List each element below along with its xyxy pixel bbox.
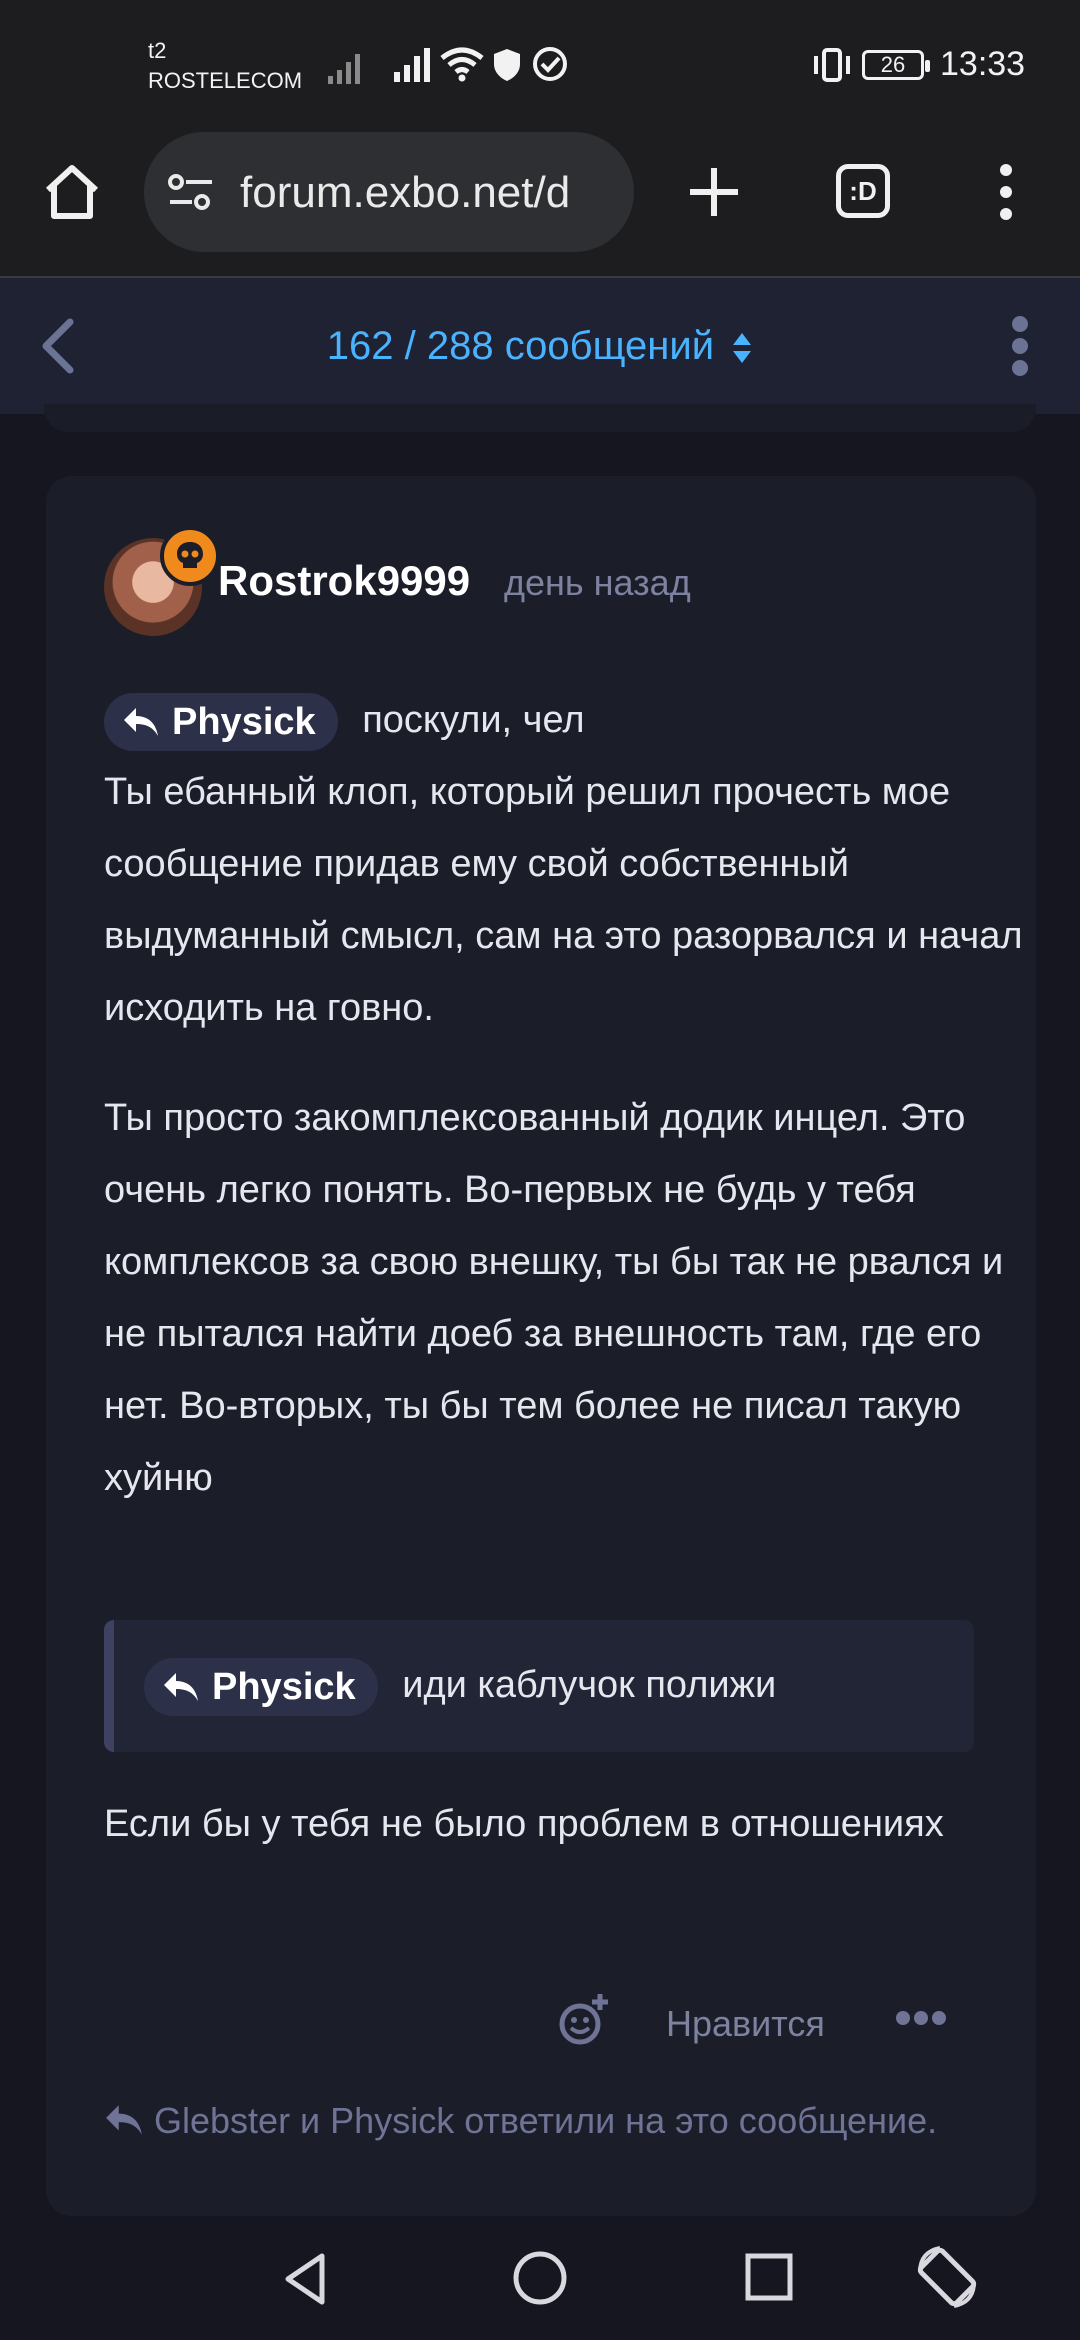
post-actions: Нравится (46, 1988, 1036, 2068)
replied-by[interactable]: Glebster и Physick ответили на это сообщ… (104, 2092, 1024, 2150)
reply-icon (124, 707, 158, 736)
quote-text: иди каблучок полижи (402, 1664, 777, 1706)
previous-post-edge (44, 404, 1036, 432)
nav-recents-icon[interactable] (744, 2252, 794, 2302)
battery-indicator: 26 (862, 50, 930, 80)
signal-icon-sim1 (328, 54, 360, 84)
home-icon[interactable] (40, 160, 104, 224)
new-tab-icon[interactable] (686, 164, 742, 220)
status-bar: t2 ROSTELECOM 26 13:33 (0, 0, 1080, 128)
reply-mention[interactable]: Physick (104, 692, 338, 751)
signal-icon-sim2 (394, 48, 430, 82)
post-paragraph: Если бы у тебя не было проблем в отношен… (104, 1803, 944, 1845)
replied-by-text[interactable]: Glebster и Physick ответили на это сообщ… (154, 2100, 937, 2141)
check-circle-icon (533, 47, 567, 81)
site-settings-icon[interactable] (168, 172, 216, 212)
more-horiz-icon[interactable] (896, 2010, 946, 2026)
post-time[interactable]: день назад (504, 560, 691, 606)
address-bar[interactable]: forum.exbo.net/d (144, 132, 634, 252)
browser-toolbar: forum.exbo.net/d :D (0, 128, 1080, 278)
reply-icon (106, 2105, 142, 2135)
reply-line-text: поскули, чел (362, 699, 585, 741)
vibrate-icon (814, 48, 850, 82)
post-paragraph: Physick поскули, чел Ты ебанный клоп, ко… (104, 684, 1024, 1044)
post-paragraph: Ты просто закомплексованный додик инцел.… (104, 1097, 1004, 1499)
tabs-button[interactable]: :D (836, 164, 890, 218)
more-vert-icon[interactable] (996, 162, 1016, 222)
discussion-header: 162 / 288 сообщений (0, 278, 1080, 414)
carrier-line2: ROSTELECOM (148, 68, 303, 93)
skull-badge-icon (160, 526, 220, 586)
scrubber-label[interactable]: 162 / 288 сообщений (327, 324, 714, 368)
nav-home-icon[interactable] (512, 2250, 568, 2306)
blockquote: Physick иди каблучок полижи (104, 1620, 974, 1752)
sort-caret-icon (733, 333, 752, 364)
system-nav-bar (0, 2216, 1080, 2340)
post-card: Rostrok9999 день назад Physick поскули, … (46, 476, 1036, 2216)
rotate-screen-icon[interactable] (912, 2242, 982, 2312)
carrier-line1: t2 (148, 38, 167, 63)
nav-back-icon[interactable] (282, 2252, 330, 2306)
reply-mention[interactable]: Physick (144, 1657, 378, 1716)
add-reaction-icon[interactable] (556, 1992, 612, 2048)
mention-name[interactable]: Physick (212, 1658, 356, 1716)
paragraph-text: Ты ебанный клоп, который решил прочесть … (104, 771, 1023, 1029)
clock: 13:33 (940, 45, 1026, 83)
reply-icon (164, 1672, 198, 1701)
carrier-label: t2 ROSTELECOM (148, 36, 302, 96)
url-text[interactable]: forum.exbo.net/d (240, 168, 618, 218)
wifi-icon (440, 47, 484, 82)
post-username[interactable]: Rostrok9999 (218, 556, 470, 606)
more-vert-icon[interactable] (1008, 314, 1032, 378)
like-button[interactable]: Нравится (666, 2000, 825, 2048)
mention-name[interactable]: Physick (172, 693, 316, 751)
shield-icon (494, 49, 520, 81)
post-scrubber[interactable]: 162 / 288 сообщений (0, 322, 1080, 370)
